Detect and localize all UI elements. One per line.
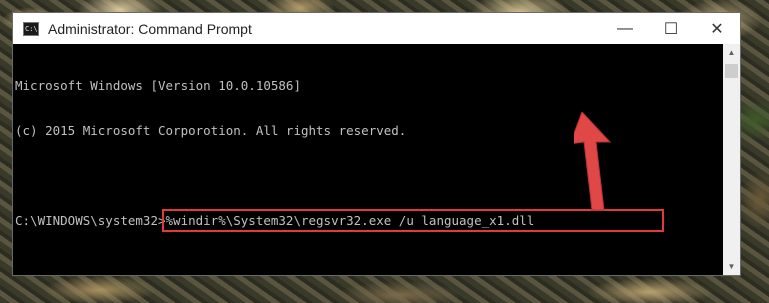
red-arrow-annotation: [574, 112, 612, 211]
prompt-text: C:\WINDOWS\system32>: [15, 213, 166, 228]
command-line: C:\WINDOWS\system32>%windir%\System32\re…: [15, 209, 723, 232]
console-output[interactable]: Microsoft Windows [Version 10.0.10586] (…: [13, 44, 723, 275]
window-controls: — ☐ ✕: [602, 13, 740, 44]
close-button[interactable]: ✕: [694, 13, 740, 44]
scroll-down-icon[interactable]: ▼: [723, 258, 740, 275]
maximize-button[interactable]: ☐: [648, 13, 694, 44]
title-bar[interactable]: C:\ Administrator: Command Prompt — ☐ ✕: [13, 13, 740, 44]
console-line: Microsoft Windows [Version 10.0.10586]: [15, 78, 301, 93]
highlighted-command[interactable]: %windir%\System32\regsvr32.exe /u langua…: [161, 209, 665, 232]
scroll-up-icon[interactable]: ▲: [723, 44, 740, 61]
scroll-thumb[interactable]: [725, 64, 738, 78]
cmd-icon: C:\: [23, 21, 39, 36]
window-title: Administrator: Command Prompt: [48, 20, 252, 37]
console-line: (c) 2015 Microsoft Corporotion. All righ…: [15, 123, 407, 138]
arrow-shape: [574, 112, 612, 211]
minimize-button[interactable]: —: [602, 13, 648, 44]
vertical-scrollbar[interactable]: ▲ ▼: [723, 44, 740, 275]
command-prompt-window[interactable]: C:\ Administrator: Command Prompt — ☐ ✕ …: [12, 12, 741, 276]
